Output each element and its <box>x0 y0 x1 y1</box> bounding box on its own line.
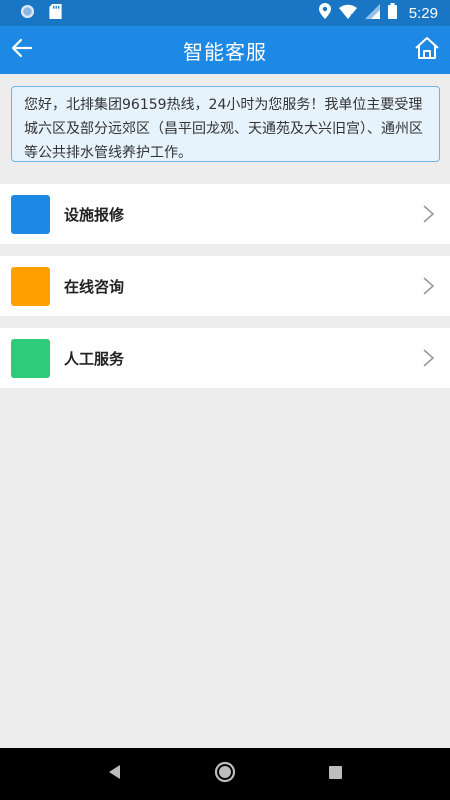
menu-item-label: 设施报修 <box>64 205 125 224</box>
status-bar: x 5:29 <box>0 0 450 26</box>
cellular-signal-icon <box>364 3 380 23</box>
chevron-right-icon <box>418 348 438 368</box>
battery-icon <box>387 3 397 23</box>
app-bar: 智能客服 <box>0 26 450 74</box>
facility-repair-icon <box>11 194 50 234</box>
status-left <box>20 3 62 23</box>
nav-back-button[interactable] <box>100 759 130 789</box>
menu-item-facility-repair[interactable]: 设施报修 <box>0 184 450 244</box>
chevron-right-icon <box>418 276 438 296</box>
human-service-icon <box>11 338 50 378</box>
sd-card-icon <box>49 3 62 23</box>
back-triangle-icon <box>107 764 123 784</box>
menu-item-online-consult[interactable]: 在线咨询 <box>0 256 450 316</box>
chevron-right-icon <box>418 204 438 224</box>
online-consult-icon <box>11 266 50 306</box>
menu-item-human-service[interactable]: 人工服务 <box>0 328 450 388</box>
system-nav-bar <box>0 748 450 800</box>
back-button[interactable] <box>8 36 36 64</box>
menu-item-label: 人工服务 <box>64 349 125 368</box>
menu-item-label: 在线咨询 <box>64 277 125 296</box>
service-notice: 您好，北排集团96159热线，24小时为您服务！我单位主要受理城六区及部分远郊区… <box>11 86 440 162</box>
home-circle-icon <box>214 761 236 787</box>
status-right: x 5:29 <box>318 3 438 23</box>
arrow-left-icon <box>11 37 33 63</box>
recents-square-icon <box>328 765 343 784</box>
wifi-icon: x <box>338 4 357 23</box>
nav-home-button[interactable] <box>210 759 240 789</box>
location-icon <box>318 3 331 23</box>
page-title: 智能客服 <box>183 39 267 64</box>
home-icon <box>414 35 440 65</box>
home-button[interactable] <box>412 35 442 65</box>
status-time: 5:29 <box>408 4 438 22</box>
nav-recents-button[interactable] <box>320 759 350 789</box>
app-screen: x 5:29 智能客服 您好，北排集团96159热线，24小时为您服务！我单位主… <box>0 0 450 800</box>
svg-text:x: x <box>350 12 354 19</box>
record-icon <box>20 4 35 23</box>
